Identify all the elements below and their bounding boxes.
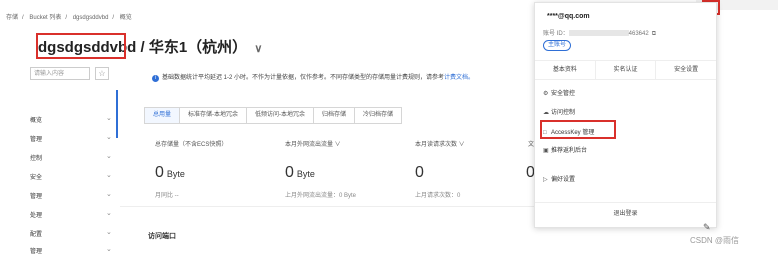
bucket-region: / 华东1（杭州）: [140, 39, 248, 56]
chevron-down-icon: ⌄: [106, 115, 112, 122]
stat-sub: 上月外网流出流量：0 Byte: [285, 193, 357, 199]
logout-button[interactable]: 退出登录: [535, 202, 716, 217]
star-icon[interactable]: ☆: [95, 67, 109, 80]
storage-type-tabs: 总用量 标准存储-本地冗余 低频访问-本地冗余 归档存储 冷归档存储: [144, 107, 403, 124]
stat-value: 0 Byte: [155, 164, 185, 181]
sidebar-item[interactable]: 配置 ⌄: [0, 226, 114, 240]
tab-standard[interactable]: 标准存储-本地冗余: [179, 107, 248, 124]
cloud-icon: ☁: [543, 110, 549, 116]
stat-sub: 月同比 --: [155, 193, 179, 199]
search-input[interactable]: 请输入内容: [30, 67, 90, 80]
bucket-name-highlight: [36, 33, 126, 59]
chevron-down-icon: ⌄: [106, 246, 112, 253]
tab-real-name[interactable]: 实名认证: [596, 61, 657, 79]
menu-item-security-control[interactable]: ⚙ 安全管控: [543, 88, 575, 97]
chevron-down-icon[interactable]: ∨: [254, 43, 262, 55]
sidebar-item[interactable]: 管理 ⌄: [0, 243, 114, 257]
chevron-down-icon: ⌄: [106, 134, 112, 141]
breadcrumb: 存储 / Bucket 列表 / dgsdgsddvbd / 概览: [6, 15, 132, 21]
breadcrumb-item-current: 概览: [119, 15, 132, 21]
account-type-badge: 主账号: [543, 40, 572, 51]
sidebar-item[interactable]: 控制 ⌄: [0, 150, 114, 164]
menu-item-preferences[interactable]: ▷ 偏好设置: [543, 174, 575, 183]
account-popup: ****@qq.com 账号 ID： 463642 ⧉ 主账号 基本资料 实名认证 …: [534, 2, 717, 228]
sidebar-item[interactable]: 管理 ⌄: [0, 131, 114, 145]
account-id: 账号 ID： 463642 ⧉: [543, 30, 656, 37]
section-title: 访问端口: [148, 233, 176, 240]
stat-sub: 上月请求次数：0: [415, 193, 461, 199]
sidebar-divider: [116, 90, 118, 138]
stat-value: 0 Byte: [285, 164, 315, 181]
tab-total[interactable]: 总用量: [144, 107, 181, 124]
chevron-down-icon: ⌄: [106, 229, 112, 236]
accesskey-highlight: [540, 120, 616, 139]
gear-icon: ⚙: [543, 91, 549, 97]
tab-basic-info[interactable]: 基本资料: [535, 61, 596, 79]
breadcrumb-item[interactable]: dgsdgsddvbd: [73, 15, 109, 21]
breadcrumb-item[interactable]: Bucket 列表: [29, 15, 61, 21]
stat-label: 总存储量（不含ECS快照）: [155, 142, 228, 148]
tab-infrequent[interactable]: 低频访问-本地冗余: [246, 107, 315, 124]
tab-archive[interactable]: 归档存储: [313, 107, 356, 124]
play-icon: ▷: [543, 177, 548, 183]
sidebar-item[interactable]: 处理 ⌄: [0, 207, 114, 221]
chevron-down-icon: ⌄: [106, 191, 112, 198]
account-tabs: 基本资料 实名认证 安全设置: [535, 60, 716, 80]
copy-icon: ⧉: [651, 31, 656, 37]
sidebar-item[interactable]: 管理 ⌄: [0, 188, 114, 202]
stat-value: 0: [415, 164, 424, 181]
chevron-down-icon: ⌄: [106, 210, 112, 217]
info-notice: i 基础数据统计平均延迟 1-2 小时。不作为计量依据，仅作参考。不同存储类型的存…: [152, 72, 474, 82]
menu-item-access-control[interactable]: ☁ 访问控制: [543, 107, 575, 116]
billing-doc-link[interactable]: 计费文档。: [444, 75, 474, 81]
menu-item-referral[interactable]: ▣ 推荐返利后台: [543, 145, 587, 154]
stat-label[interactable]: 本月读请求次数 ∨: [415, 139, 465, 148]
breadcrumb-item[interactable]: 存储: [6, 15, 18, 21]
info-icon: i: [152, 75, 159, 82]
chevron-down-icon: ⌄: [106, 153, 112, 160]
watermark: CSDN @雨信: [690, 236, 740, 245]
sidebar-item[interactable]: 概览 ⌄: [0, 112, 114, 126]
grid-icon: ▣: [543, 148, 549, 154]
tab-security[interactable]: 安全设置: [656, 61, 716, 79]
tab-cold-archive[interactable]: 冷归档存储: [354, 107, 403, 124]
sidebar-item[interactable]: 安全 ⌄: [0, 169, 114, 183]
account-email: ****@qq.com: [547, 13, 590, 20]
edit-icon[interactable]: ✎: [703, 222, 711, 233]
sidebar: 请输入内容 ☆ 概览 ⌄ 管理 ⌄ 控制 ⌄ 安全 ⌄ 管理 ⌄ 处理 ⌄ 配置 ⌄ 管理 ⌄: [0, 64, 114, 257]
stat-label[interactable]: 本月外网流出流量 ∨: [285, 139, 341, 148]
chevron-down-icon: ⌄: [106, 172, 112, 179]
